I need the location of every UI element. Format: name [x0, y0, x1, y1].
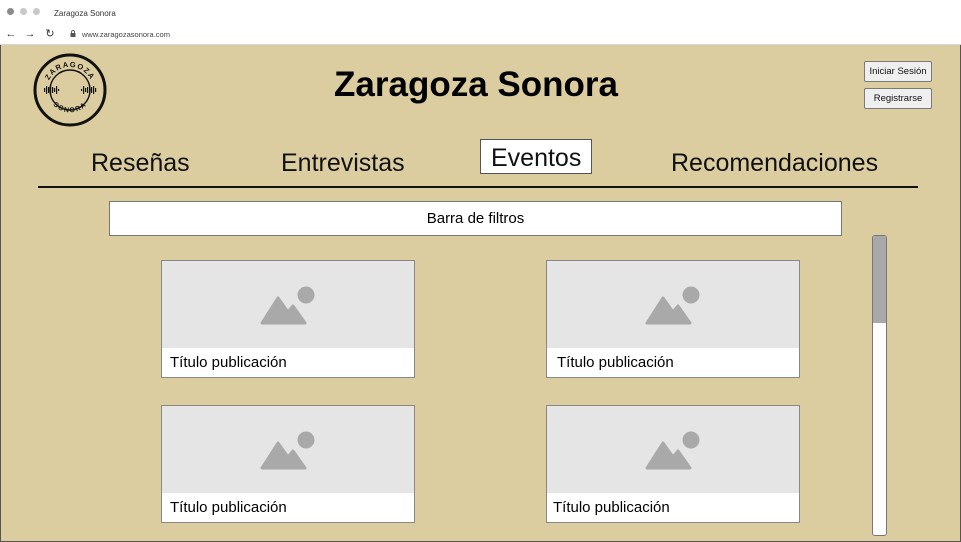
site-logo[interactable]: ZARAGOZA SONORA: [33, 53, 107, 127]
page-content: ZARAGOZA SONORA Zaragoza Sonora Iniciar …: [0, 45, 961, 542]
svg-text:SONORA: SONORA: [52, 101, 89, 114]
logo-bottom-text: SONORA: [52, 101, 88, 114]
register-button[interactable]: Registrarse: [864, 88, 932, 109]
main-navigation: Reseñas Entrevistas Eventos Recomendacio…: [38, 137, 918, 188]
publication-card[interactable]: Título publicación: [546, 405, 800, 523]
maximize-window-dot[interactable]: [33, 8, 40, 15]
publication-card[interactable]: Título publicación: [546, 260, 800, 378]
card-title: Título publicación: [170, 499, 287, 516]
card-image-placeholder: [162, 261, 414, 348]
close-window-dot[interactable]: [7, 8, 14, 15]
nav-item-eventos[interactable]: Eventos: [480, 139, 593, 174]
image-placeholder-icon: [645, 286, 700, 325]
image-placeholder-icon: [645, 431, 700, 470]
scrollbar-thumb[interactable]: [873, 236, 886, 323]
nav-item-recomendaciones[interactable]: Recomendaciones: [671, 149, 878, 178]
publication-card[interactable]: Título publicación: [161, 260, 415, 378]
forward-arrow-icon[interactable]: →: [24, 28, 36, 40]
nav-item-entrevistas[interactable]: Entrevistas: [281, 149, 405, 178]
nav-item-resenas[interactable]: Reseñas: [91, 149, 190, 178]
lock-icon: [70, 30, 76, 37]
minimize-window-dot[interactable]: [20, 8, 27, 15]
filter-bar[interactable]: Barra de filtros: [109, 201, 842, 236]
card-title: Título publicación: [557, 354, 674, 371]
address-bar[interactable]: www.zaragozasonora.com: [82, 30, 170, 39]
scrollbar-track[interactable]: [872, 235, 887, 536]
card-title: Título publicación: [553, 499, 670, 516]
card-image-placeholder: [547, 406, 799, 493]
sound-wave-icon: [44, 85, 97, 95]
back-arrow-icon[interactable]: ←: [5, 28, 17, 40]
browser-tab-title[interactable]: Zaragoza Sonora: [54, 9, 116, 18]
card-image-placeholder: [162, 406, 414, 493]
reload-icon[interactable]: ↻: [44, 28, 56, 40]
login-button[interactable]: Iniciar Sesión: [864, 61, 932, 82]
image-placeholder-icon: [260, 286, 315, 325]
publication-card[interactable]: Título publicación: [161, 405, 415, 523]
card-title: Título publicación: [170, 354, 287, 371]
site-title: Zaragoza Sonora: [334, 65, 618, 104]
window-controls: [7, 8, 40, 15]
card-image-placeholder: [547, 261, 799, 348]
browser-chrome: Zaragoza Sonora ← → ↻ www.zaragozasonora…: [0, 0, 961, 45]
image-placeholder-icon: [260, 431, 315, 470]
